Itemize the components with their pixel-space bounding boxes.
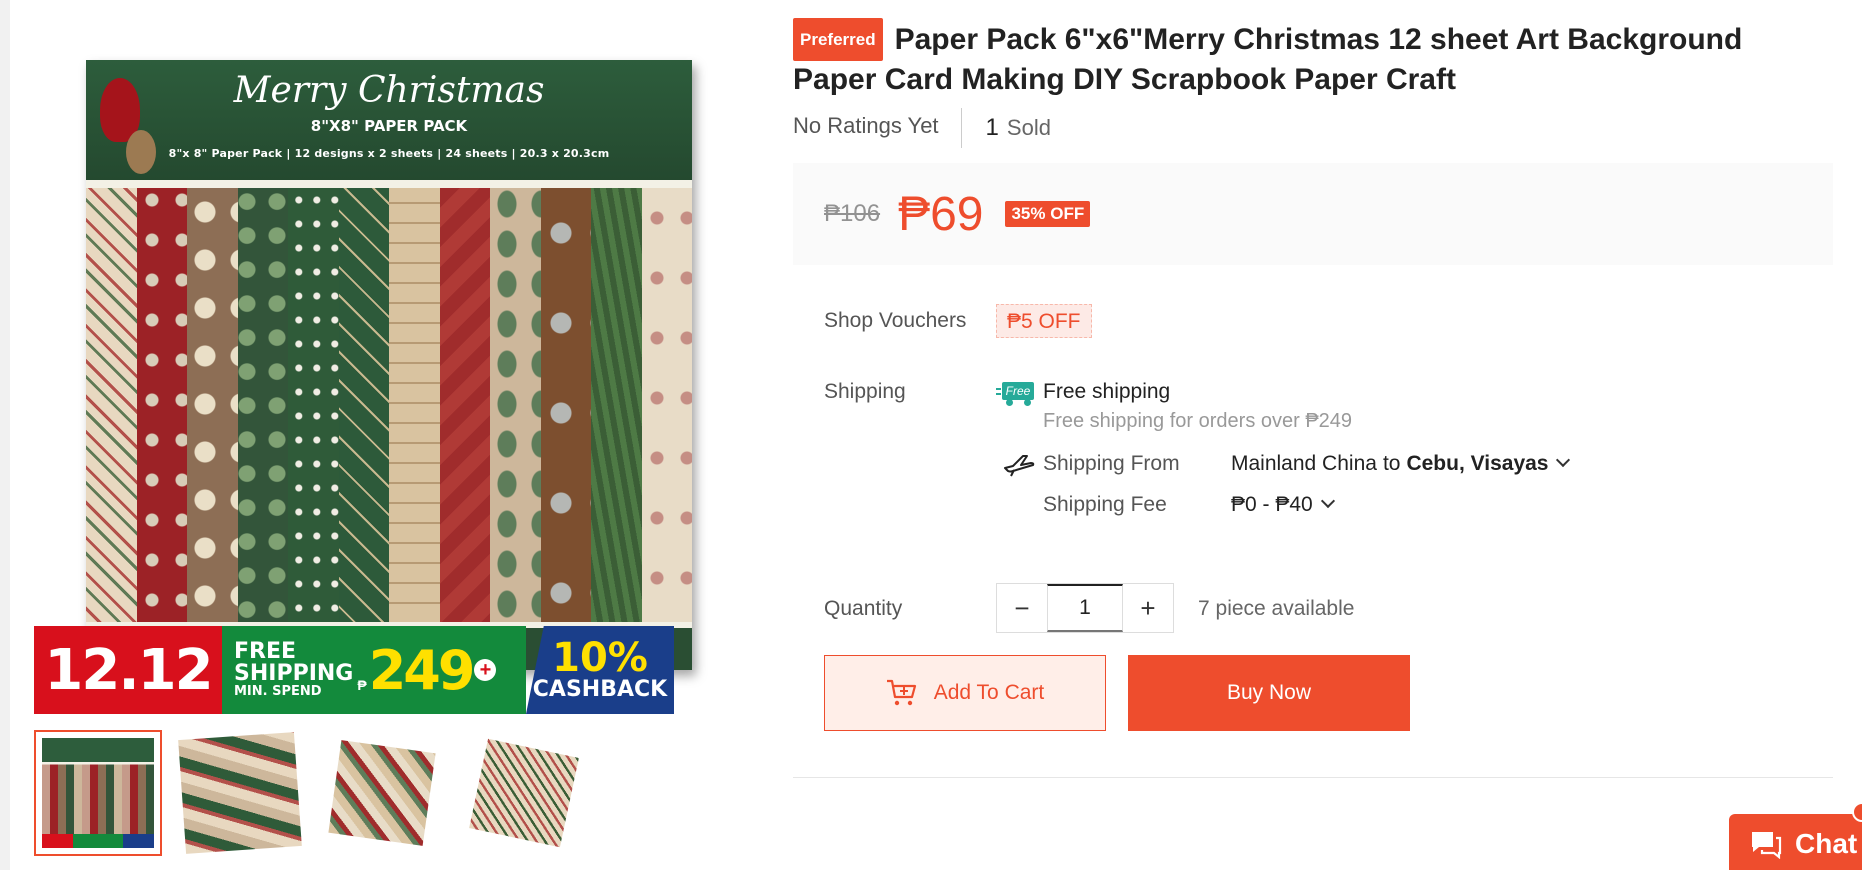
increase-quantity-button[interactable]: + (1123, 584, 1173, 632)
free-icon-text: Free (1002, 382, 1034, 400)
left-page-edge (0, 0, 10, 870)
promo-cashback-label: CASHBACK (532, 677, 668, 702)
discount-badge: 35% OFF (1005, 201, 1091, 227)
chat-icon (1752, 832, 1782, 859)
paper-sample (641, 188, 692, 622)
sold-label: Sold (1006, 115, 1051, 140)
pinecone-illustration (126, 130, 156, 174)
cover-header: Merry Christmas 8"X8" PAPER PACK 8"x 8" … (86, 60, 692, 180)
thumbnail-promo-band (42, 834, 154, 848)
original-price: ₱106 (824, 200, 881, 227)
chat-label: Chat (1795, 828, 1858, 859)
promo-free-shipping: FREE SHIPPING MIN. SPEND ₱ 249 + (222, 626, 526, 714)
add-to-cart-icon (886, 679, 916, 706)
paper-sample (439, 188, 490, 622)
paper-sample (591, 188, 642, 622)
paper-sample (288, 188, 339, 622)
voucher-chip[interactable]: ₱5 OFF (996, 304, 1092, 338)
promo-banner: 12.12 FREE SHIPPING MIN. SPEND ₱ 249 + 1… (34, 626, 674, 714)
quantity-input[interactable] (1047, 584, 1123, 632)
paper-sample (338, 188, 389, 622)
sold-count: 1 (985, 114, 999, 141)
thumbnail-1[interactable] (34, 730, 162, 856)
main-product-image[interactable]: Merry Christmas 8"X8" PAPER PACK 8"x 8" … (86, 60, 692, 670)
paper-sample (490, 188, 541, 622)
chevron-down-icon (1556, 452, 1571, 468)
add-to-cart-button[interactable]: Add To Cart (824, 655, 1106, 731)
shipping-to-word: to (1382, 452, 1401, 475)
product-meta: No Ratings Yet 1 Sold (793, 108, 1051, 148)
thumbnail-image (469, 738, 579, 848)
price-section: ₱106 ₱69 35% OFF (793, 163, 1833, 265)
shipping-route[interactable]: Mainland China to Cebu, Visayas (1231, 452, 1571, 476)
promo-cashback: 10% CASHBACK (526, 626, 674, 714)
preferred-badge: Preferred (793, 18, 883, 61)
promo-free-shipping-text: FREE SHIPPING MIN. SPEND (234, 641, 353, 699)
quantity-stepper: − + (996, 583, 1174, 633)
chat-button[interactable]: Chat (1729, 814, 1862, 870)
current-price: ₱69 (898, 187, 984, 241)
product-title-row: Preferred Paper Pack 6"x6"Merry Christmas… (793, 18, 1833, 98)
airplane-icon (1004, 455, 1035, 477)
paper-sample (136, 188, 187, 622)
buy-now-button[interactable]: Buy Now (1128, 655, 1410, 731)
cover-subtitle: 8"X8" PAPER PACK (310, 117, 468, 135)
decrease-quantity-button[interactable]: − (997, 584, 1047, 632)
promo-amount: 249 (368, 638, 476, 702)
paper-samples (86, 188, 692, 622)
section-divider (793, 777, 1833, 778)
stock-available: 7 piece available (1198, 597, 1355, 620)
cover-divider (86, 180, 692, 188)
thumbnail-image (178, 732, 302, 854)
thumbnail-image (328, 740, 436, 846)
paper-sample (86, 188, 137, 622)
shipping-label: Shipping (824, 380, 906, 403)
paper-sample (540, 188, 591, 622)
paper-sample (389, 188, 440, 622)
promo-shipping-line: SHIPPING (234, 661, 354, 686)
shipping-fee-value: ₱0 - ₱40 (1231, 493, 1313, 516)
cover-title: Merry Christmas (233, 70, 545, 111)
shipping-destination: Cebu, Visayas (1406, 452, 1549, 475)
promo-date: 12.12 (34, 626, 222, 714)
promo-currency: ₱ (357, 677, 367, 693)
thumbnail-4[interactable] (460, 730, 588, 856)
shipping-from-label: Shipping From (1043, 452, 1180, 475)
add-to-cart-label: Add To Cart (933, 681, 1045, 704)
thumbnail-3[interactable] (318, 730, 446, 856)
promo-plus-icon: + (474, 659, 497, 681)
free-shipping-note: Free shipping for orders over ₱249 (1043, 410, 1353, 432)
free-shipping-title: Free shipping (1043, 380, 1171, 403)
shipping-fee-dropdown[interactable]: ₱0 - ₱40 (1231, 493, 1335, 517)
chevron-down-icon (1320, 493, 1335, 509)
promo-min-spend: MIN. SPEND (234, 684, 322, 699)
quantity-label: Quantity (824, 597, 903, 620)
ratings-status: No Ratings Yet (793, 108, 962, 148)
cover-specs: 8"x 8" Paper Pack | 12 designs x 2 sheet… (168, 147, 610, 160)
product-title: Preferred Paper Pack 6"x6"Merry Christmas… (793, 18, 1743, 96)
paper-sample (187, 188, 238, 622)
promo-cashback-percent: 10% (552, 635, 648, 681)
thumbnail-2[interactable] (176, 730, 304, 856)
shipping-fee-label: Shipping Fee (1043, 493, 1167, 516)
shop-vouchers-label: Shop Vouchers (824, 309, 967, 332)
paper-sample (237, 188, 288, 622)
thumbnail-strip (34, 730, 588, 856)
product-title-text: Paper Pack 6"x6"Merry Christmas 12 sheet… (793, 23, 1743, 96)
thumbnail-image (42, 738, 154, 848)
shipping-origin: Mainland China (1231, 452, 1377, 475)
free-shipping-truck-icon: Free (996, 380, 1034, 406)
